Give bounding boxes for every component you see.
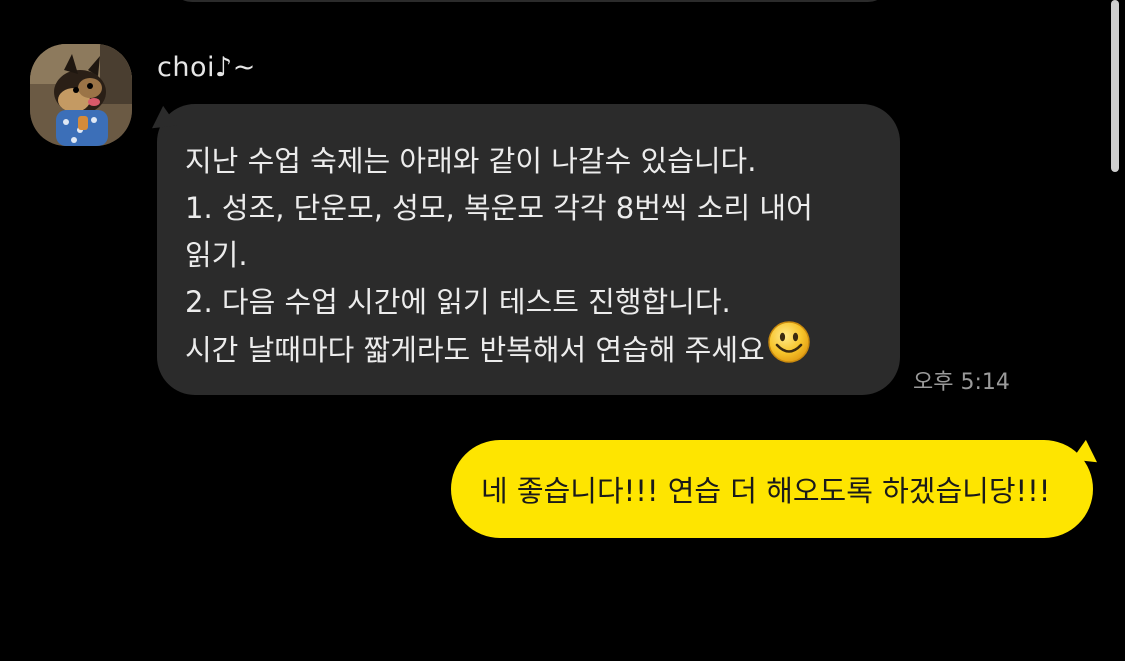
smiley-face-icon (767, 320, 811, 378)
message-line: 읽기. (185, 238, 248, 272)
bubble-tail (145, 105, 177, 139)
sender-name: choi♪~ (157, 52, 256, 83)
avatar[interactable] (30, 44, 132, 146)
message-line: 지난 수업 숙제는 아래와 같이 나갈수 있습니다. (185, 144, 757, 178)
previous-message-bubble[interactable] (170, 0, 890, 2)
chat-screen: choi♪~ 지난 수업 숙제는 아래와 같이 나갈수 있습니다. 1. 성조,… (0, 0, 1125, 661)
outgoing-message-bubble[interactable]: 네 좋습니다!!! 연습 더 해오도록 하겠습니당!!! (451, 439, 1104, 538)
message-line-text: 시간 날때마다 짧게라도 반복해서 연습해 주세요 (185, 333, 765, 367)
incoming-message-bubble[interactable]: 지난 수업 숙제는 아래와 같이 나갈수 있습니다. 1. 성조, 단운모, 성… (145, 104, 900, 395)
outgoing-message-text: 네 좋습니다!!! 연습 더 해오도록 하겠습니당!!! (481, 474, 1051, 508)
message-line: 2. 다음 수업 시간에 읽기 테스트 진행합니다. (185, 285, 731, 319)
dog-photo-icon (30, 44, 132, 146)
message-line: 1. 성조, 단운모, 성모, 복운모 각각 8번씩 소리 내어 (185, 191, 813, 225)
bubble-tail (1072, 439, 1104, 473)
message-line-with-emoji: 시간 날때마다 짧게라도 반복해서 연습해 주세요 (185, 321, 874, 378)
scrollbar[interactable] (1111, 0, 1119, 172)
message-timestamp: 오후 5:14 (913, 370, 1010, 395)
